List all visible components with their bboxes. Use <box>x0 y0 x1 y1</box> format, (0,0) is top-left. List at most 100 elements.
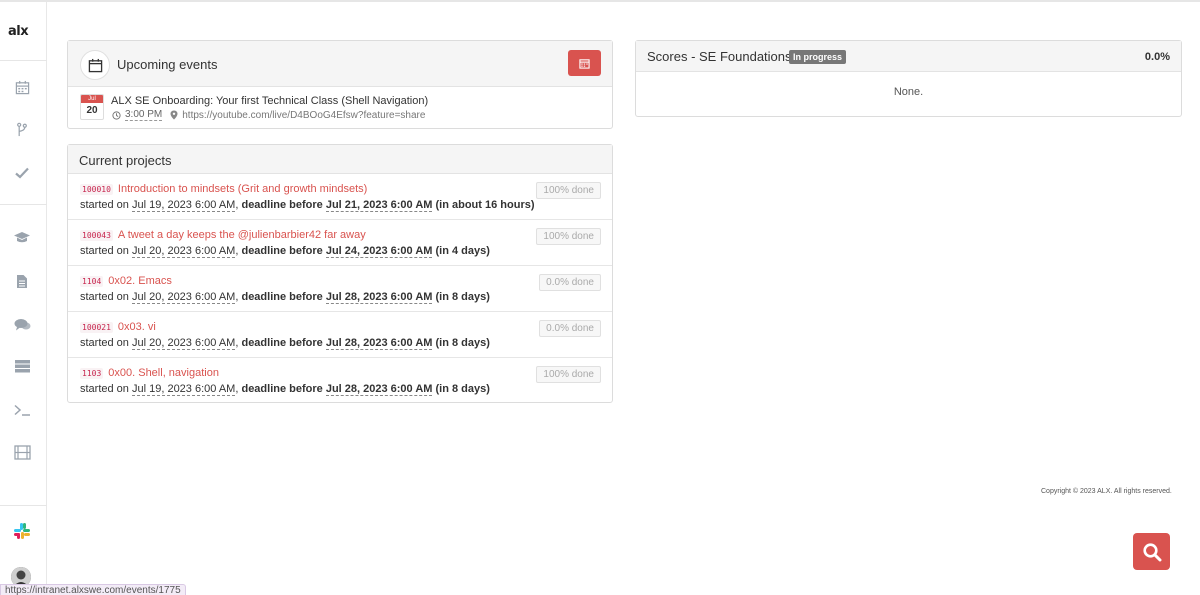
terminal-icon[interactable] <box>12 400 32 420</box>
started-date: Jul 20, 2023 6:00 AM <box>131 337 236 350</box>
deadline-date: Jul 28, 2023 6:00 AM <box>325 383 433 396</box>
project-heading: 100021 0x03. vi <box>80 321 156 333</box>
check-icon[interactable] <box>12 163 32 183</box>
deadline-label: deadline before <box>241 383 323 395</box>
deadline-label: deadline before <box>241 291 323 303</box>
map-marker-icon <box>170 110 178 120</box>
scores-panel: Scores - SE Foundations In progress 0.0%… <box>635 40 1182 117</box>
project-dates: started on Jul 19, 2023 6:00 AM, deadlin… <box>80 199 535 212</box>
project-row[interactable]: 100021 0x03. vi started on Jul 20, 2023 6:… <box>68 312 612 358</box>
progress-badge: 0.0% done <box>539 320 601 337</box>
sidebar-divider <box>0 204 47 205</box>
calendar-icon <box>579 58 590 69</box>
started-label: started on <box>80 291 129 303</box>
project-dates: started on Jul 20, 2023 6:00 AM, deadlin… <box>80 337 490 350</box>
sidebar: alx <box>0 2 47 595</box>
slack-icon[interactable] <box>12 521 32 541</box>
time-remaining: (in 8 days) <box>435 291 490 303</box>
event-title[interactable]: ALX SE Onboarding: Your first Technical … <box>111 95 428 107</box>
started-label: started on <box>80 383 129 395</box>
project-code: 1103 <box>80 367 104 379</box>
project-link[interactable]: 0x02. Emacs <box>108 275 172 287</box>
search-icon <box>1142 542 1161 561</box>
time-remaining: (in 4 days) <box>435 245 490 257</box>
status-badge: In progress <box>789 50 847 64</box>
calendar-icon[interactable] <box>12 77 32 97</box>
upcoming-events-panel: Upcoming events Jul 20 ALX SE Onboarding… <box>67 40 613 129</box>
deadline-label: deadline before <box>241 245 323 257</box>
upcoming-events-title: Upcoming events <box>117 57 218 72</box>
project-code: 1104 <box>80 275 104 287</box>
project-code: 100043 <box>80 229 113 241</box>
project-code: 100021 <box>80 321 113 333</box>
calendar-button[interactable] <box>568 50 601 76</box>
time-remaining: (in 8 days) <box>435 383 490 395</box>
project-row[interactable]: 1104 0x02. Emacs started on Jul 20, 2023 6… <box>68 266 612 312</box>
project-link[interactable]: Introduction to mindsets (Grit and growt… <box>118 183 367 195</box>
event-meta: 3:00 PM https://youtube.com/live/D4BOoG4… <box>112 109 425 121</box>
started-date: Jul 20, 2023 6:00 AM <box>131 245 236 258</box>
project-link[interactable]: 0x03. vi <box>118 321 156 333</box>
clock-icon <box>112 110 121 120</box>
project-link[interactable]: 0x00. Shell, navigation <box>108 367 219 379</box>
current-projects-panel: Current projects 100010 Introduction to m… <box>67 144 613 403</box>
started-label: started on <box>80 337 129 349</box>
progress-badge: 0.0% done <box>539 274 601 291</box>
project-dates: started on Jul 19, 2023 6:00 AM, deadlin… <box>80 383 490 396</box>
alx-logo[interactable]: alx <box>8 24 29 39</box>
graduation-cap-icon[interactable] <box>12 227 32 247</box>
project-row[interactable]: 100010 Introduction to mindsets (Grit and… <box>68 174 612 220</box>
deadline-date: Jul 28, 2023 6:00 AM <box>325 291 433 304</box>
status-bar-url: https://intranet.alxswe.com/events/1775 <box>0 584 186 595</box>
scores-header: Scores - SE Foundations In progress 0.0% <box>636 41 1181 72</box>
started-label: started on <box>80 199 129 211</box>
started-label: started on <box>80 245 129 257</box>
comments-icon[interactable] <box>12 315 32 335</box>
project-row[interactable]: 100043 A tweet a day keeps the @julienbar… <box>68 220 612 266</box>
progress-badge: 100% done <box>536 228 601 245</box>
sidebar-divider <box>0 60 47 61</box>
project-heading: 1103 0x00. Shell, navigation <box>80 367 219 379</box>
project-dates: started on Jul 20, 2023 6:00 AM, deadlin… <box>80 245 490 258</box>
sidebar-divider <box>0 505 47 506</box>
current-projects-title: Current projects <box>68 145 612 174</box>
event-url[interactable]: https://youtube.com/live/D4BOoG4Efsw?fea… <box>182 110 425 121</box>
top-border <box>0 0 1200 2</box>
scores-body: None. <box>893 86 924 98</box>
scores-percent: 0.0% <box>1144 51 1170 63</box>
film-icon[interactable] <box>12 442 32 462</box>
project-list: 100010 Introduction to mindsets (Grit and… <box>68 174 612 404</box>
deadline-label: deadline before <box>241 199 323 211</box>
event-day: 20 <box>86 105 98 116</box>
project-heading: 100043 A tweet a day keeps the @julienbar… <box>80 229 366 241</box>
started-date: Jul 19, 2023 6:00 AM <box>131 383 236 396</box>
copyright: Copyright © 2023 ALX. All rights reserve… <box>1041 488 1172 495</box>
deadline-date: Jul 28, 2023 6:00 AM <box>325 337 433 350</box>
project-heading: 1104 0x02. Emacs <box>80 275 172 287</box>
project-dates: started on Jul 20, 2023 6:00 AM, deadlin… <box>80 291 490 304</box>
file-icon[interactable] <box>12 271 32 291</box>
time-remaining: (in about 16 hours) <box>435 199 535 211</box>
progress-badge: 100% done <box>536 182 601 199</box>
scores-title: Scores - SE Foundations <box>647 49 792 64</box>
server-icon[interactable] <box>12 356 32 376</box>
project-code: 100010 <box>80 183 113 195</box>
deadline-date: Jul 24, 2023 6:00 AM <box>325 245 433 258</box>
event-month: Jul <box>81 95 103 103</box>
calendar-icon <box>80 50 110 80</box>
progress-badge: 100% done <box>536 366 601 383</box>
event-item[interactable]: Jul 20 ALX SE Onboarding: Your first Tec… <box>68 87 612 129</box>
deadline-label: deadline before <box>241 337 323 349</box>
deadline-date: Jul 21, 2023 6:00 AM <box>325 199 433 212</box>
started-date: Jul 20, 2023 6:00 AM <box>131 291 236 304</box>
project-heading: 100010 Introduction to mindsets (Grit and… <box>80 183 367 195</box>
upcoming-events-header: Upcoming events <box>68 41 612 87</box>
event-date-badge: Jul 20 <box>80 94 104 120</box>
time-remaining: (in 8 days) <box>435 337 490 349</box>
event-time: 3:00 PM <box>125 109 163 121</box>
search-button[interactable] <box>1133 533 1170 570</box>
project-link[interactable]: A tweet a day keeps the @julienbarbier42… <box>118 229 366 241</box>
code-branch-icon[interactable] <box>12 119 32 139</box>
started-date: Jul 19, 2023 6:00 AM <box>131 199 236 212</box>
project-row[interactable]: 1103 0x00. Shell, navigation started on Ju… <box>68 358 612 404</box>
